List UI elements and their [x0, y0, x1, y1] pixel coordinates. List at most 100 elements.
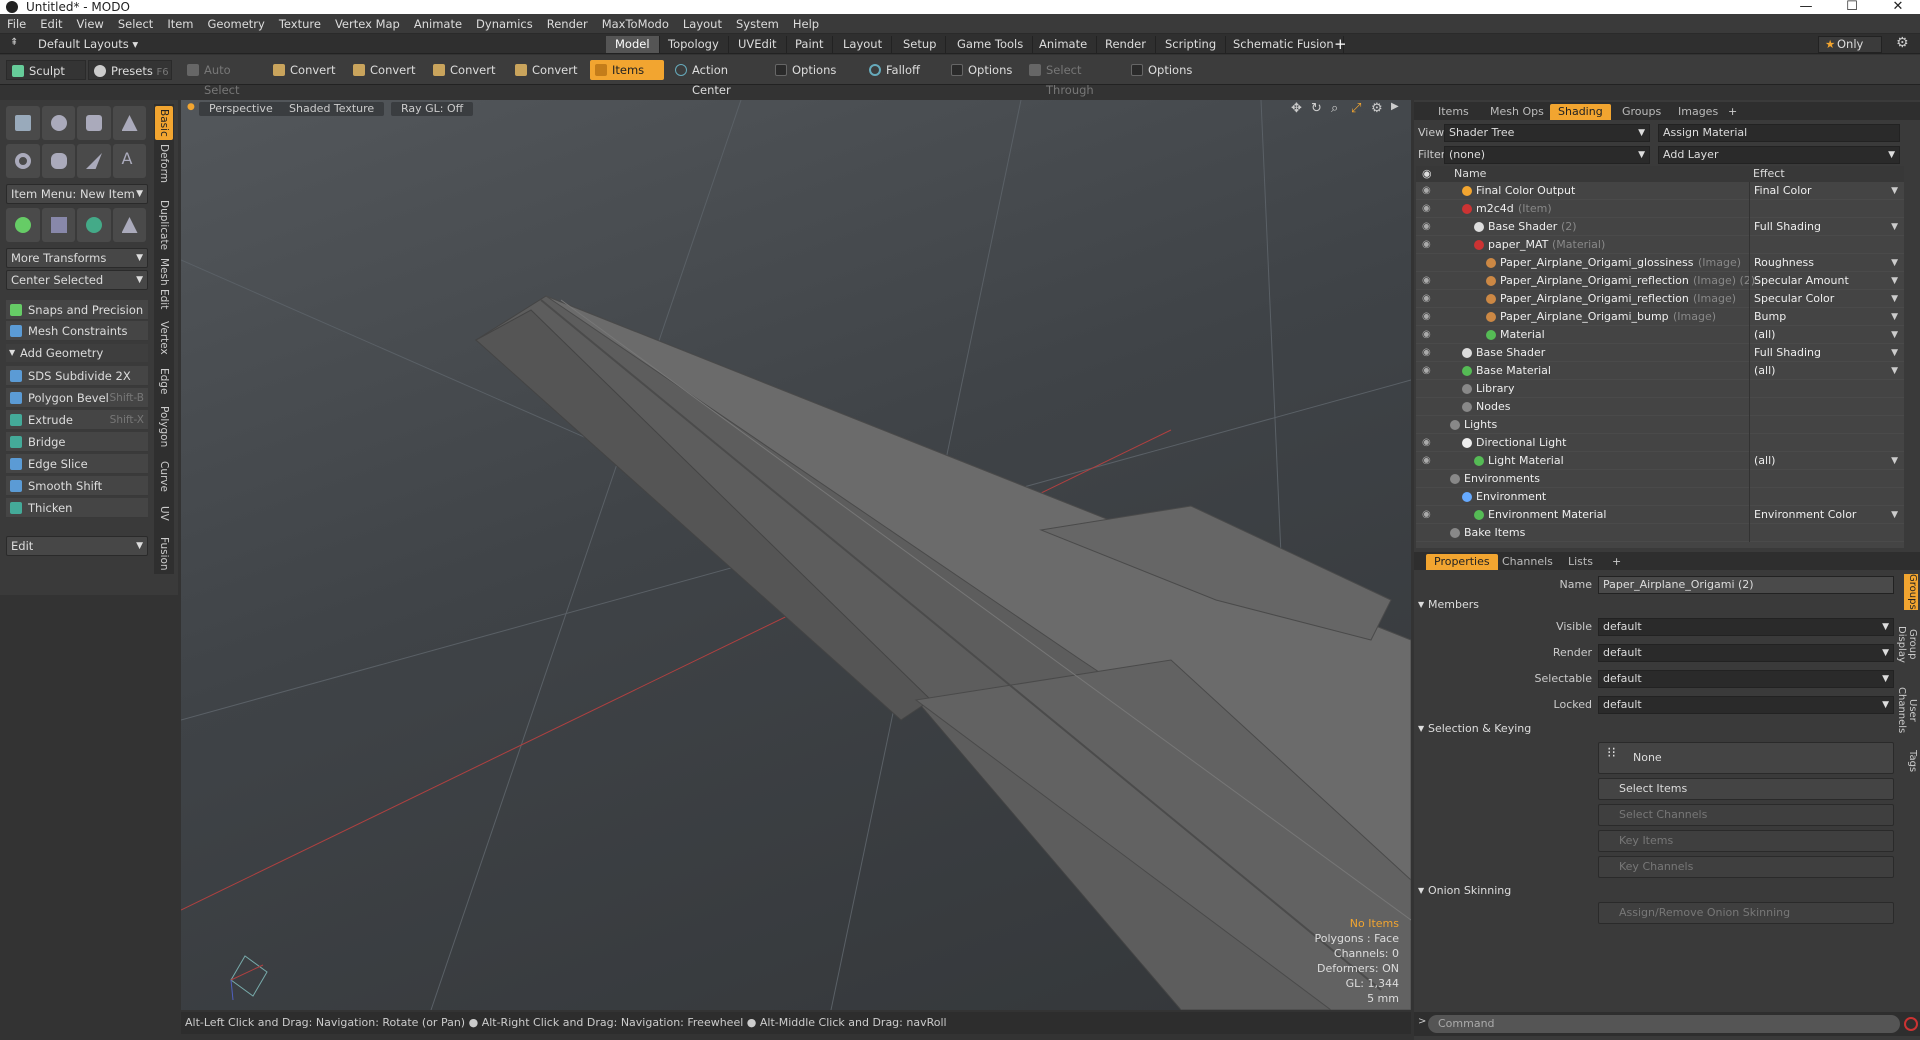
items-mode-button[interactable]: Items [590, 60, 664, 80]
shaded-texture-button[interactable]: Shaded Texture [279, 102, 385, 116]
tab-items[interactable]: Items [1430, 104, 1477, 120]
eye-icon[interactable]: ◉ [1422, 437, 1434, 449]
gear-icon[interactable]: ⚙ [1896, 35, 1909, 51]
tab-scripting[interactable]: Scripting [1156, 36, 1227, 53]
tab-layout[interactable]: Layout [834, 36, 893, 53]
tab-channels[interactable]: Channels [1494, 554, 1561, 570]
minimize-button[interactable]: — [1786, 0, 1826, 14]
only-button[interactable]: ★ Only [1818, 36, 1882, 53]
none-button[interactable]: ⁝⁝ None [1598, 742, 1894, 774]
blank-icon[interactable] [1422, 401, 1434, 413]
layer-effect-dropdown[interactable]: Final Color ▼ [1749, 182, 1904, 200]
cube-tool-button[interactable] [6, 106, 40, 140]
shader-tree-row[interactable]: ◉ paper_MAT (Material) [1416, 236, 1904, 254]
presets-button[interactable]: Presets F6 [88, 60, 172, 80]
auto-select-button[interactable]: Auto Select [182, 60, 262, 97]
tab-setup[interactable]: Setup [894, 36, 947, 53]
smooth-shift-button[interactable]: Smooth Shift [6, 476, 148, 496]
name-field[interactable]: Paper_Airplane_Origami (2) [1598, 576, 1894, 594]
vtab-polygon[interactable]: Polygon [155, 404, 173, 450]
action-center-options-button[interactable]: Options [770, 60, 840, 80]
shader-tree-row[interactable]: ◉ Environment Material Environment Color ▼ [1416, 506, 1904, 524]
convert-polygons-button[interactable]: Convert [428, 60, 504, 80]
tab-model[interactable]: Model [606, 36, 660, 53]
vtab-curve[interactable]: Curve [155, 458, 173, 494]
viewport-more-icon[interactable]: ▶ [1391, 101, 1399, 112]
convert-vertices-button[interactable]: Convert [268, 60, 344, 80]
shader-tree-row[interactable]: Lights [1416, 416, 1904, 434]
tab-render[interactable]: Render [1096, 36, 1156, 53]
eye-icon[interactable]: ◉ [1422, 203, 1434, 215]
menu-select[interactable]: Select [111, 14, 160, 34]
menu-animate[interactable]: Animate [407, 14, 469, 34]
rotate-tool-button[interactable] [77, 208, 111, 242]
visible-dropdown[interactable]: default ▼ [1598, 618, 1894, 636]
members-section[interactable]: ▼ Members [1418, 596, 1479, 614]
shader-tree-row[interactable]: ◉ Directional Light [1416, 434, 1904, 452]
center-selected-dropdown[interactable]: Center Selected ▼ [6, 270, 148, 290]
blank-icon[interactable] [1422, 473, 1434, 485]
zoom-icon[interactable]: ⌕ [1331, 101, 1338, 116]
command-input[interactable]: Command [1428, 1015, 1900, 1033]
shader-tree-row[interactable]: Library [1416, 380, 1904, 398]
edge-slice-button[interactable]: Edge Slice [6, 454, 148, 474]
select-through-button[interactable]: Select Through [1024, 60, 1124, 97]
grid-tool-button[interactable] [41, 208, 75, 242]
sphere-tool-button[interactable] [41, 106, 75, 140]
select-items-button[interactable]: Select Items [1598, 778, 1894, 800]
thicken-button[interactable]: Thicken [6, 498, 148, 518]
render-dropdown[interactable]: default ▼ [1598, 644, 1894, 662]
add-layout-tab-button[interactable]: + [1334, 35, 1347, 53]
shader-tree-row[interactable]: ◉ Paper_Airplane_Origami_bump (Image) Bump ▼ [1416, 308, 1904, 326]
vtab-basic[interactable]: Basic [155, 106, 173, 140]
layer-effect-dropdown[interactable]: Environment Color ▼ [1749, 506, 1904, 524]
menu-texture[interactable]: Texture [272, 14, 328, 34]
bridge-button[interactable]: Bridge [6, 432, 148, 452]
snaps-precision-button[interactable]: Snaps and Precision [6, 300, 148, 320]
shader-tree-row[interactable]: ◉ Base Shader Full Shading ▼ [1416, 344, 1904, 362]
vtab-edge[interactable]: Edge [155, 364, 173, 398]
text-tool-button[interactable]: A [112, 144, 146, 178]
edit-dropdown[interactable]: Edit ▼ [6, 536, 148, 556]
add-tab-button[interactable]: + [1720, 104, 1745, 120]
pan-icon[interactable]: ✥ [1291, 101, 1302, 116]
eye-icon[interactable]: ◉ [1422, 455, 1434, 467]
shader-tree-row[interactable]: ◉ Base Shader (2) Full Shading ▼ [1416, 218, 1904, 236]
menu-render[interactable]: Render [540, 14, 595, 34]
menu-item[interactable]: Item [160, 14, 200, 34]
tab-images[interactable]: Images [1670, 104, 1726, 120]
side-tab-group-display[interactable]: Group Display [1896, 614, 1918, 674]
move-tool-button[interactable] [6, 208, 40, 242]
eye-icon[interactable]: ◉ [1422, 329, 1434, 341]
selectable-dropdown[interactable]: default ▼ [1598, 670, 1894, 688]
filter-dropdown[interactable]: (none) ▼ [1444, 146, 1650, 164]
action-center-button[interactable]: Action Center [670, 60, 770, 97]
eye-icon[interactable]: ◉ [1422, 239, 1434, 251]
shader-tree-row[interactable]: Environments [1416, 470, 1904, 488]
convert-edges-button[interactable]: Convert [348, 60, 424, 80]
menu-maxtomodo[interactable]: MaxToModo [595, 14, 676, 34]
layer-effect-dropdown[interactable]: (all) ▼ [1749, 326, 1904, 344]
shader-tree-row[interactable]: ◉ Base Material (all) ▼ [1416, 362, 1904, 380]
layer-effect-dropdown[interactable]: Roughness ▼ [1749, 254, 1904, 272]
side-tab-user-channels[interactable]: User Channels [1896, 680, 1918, 740]
layer-effect-dropdown[interactable]: Bump ▼ [1749, 308, 1904, 326]
tab-lists[interactable]: Lists [1560, 554, 1601, 570]
pen-tool-button[interactable] [77, 144, 111, 178]
tab-paint[interactable]: Paint [786, 36, 834, 53]
maximize-view-icon[interactable]: ⤢ [1351, 101, 1361, 116]
layer-effect-dropdown[interactable]: Specular Color ▼ [1749, 290, 1904, 308]
menu-edit[interactable]: Edit [33, 14, 69, 34]
maximize-button[interactable]: ☐ [1832, 0, 1872, 14]
locked-dropdown[interactable]: default ▼ [1598, 696, 1894, 714]
menu-layout[interactable]: Layout [676, 14, 729, 34]
key-items-button[interactable]: Key Items [1598, 830, 1894, 852]
sds-subdivide-button[interactable]: SDS Subdivide 2X [6, 366, 148, 386]
tab-mesh-ops[interactable]: Mesh Ops [1482, 104, 1552, 120]
shader-tree-row[interactable]: Paper_Airplane_Origami_glossiness (Image)… [1416, 254, 1904, 272]
eye-icon[interactable]: ◉ [1422, 275, 1434, 287]
vtab-uv[interactable]: UV [155, 500, 173, 526]
shader-tree-row[interactable]: Bake Items [1416, 524, 1904, 542]
extrude-button[interactable]: Extrude Shift-X [6, 410, 148, 430]
shader-tree-row[interactable]: ◉ Material (all) ▼ [1416, 326, 1904, 344]
